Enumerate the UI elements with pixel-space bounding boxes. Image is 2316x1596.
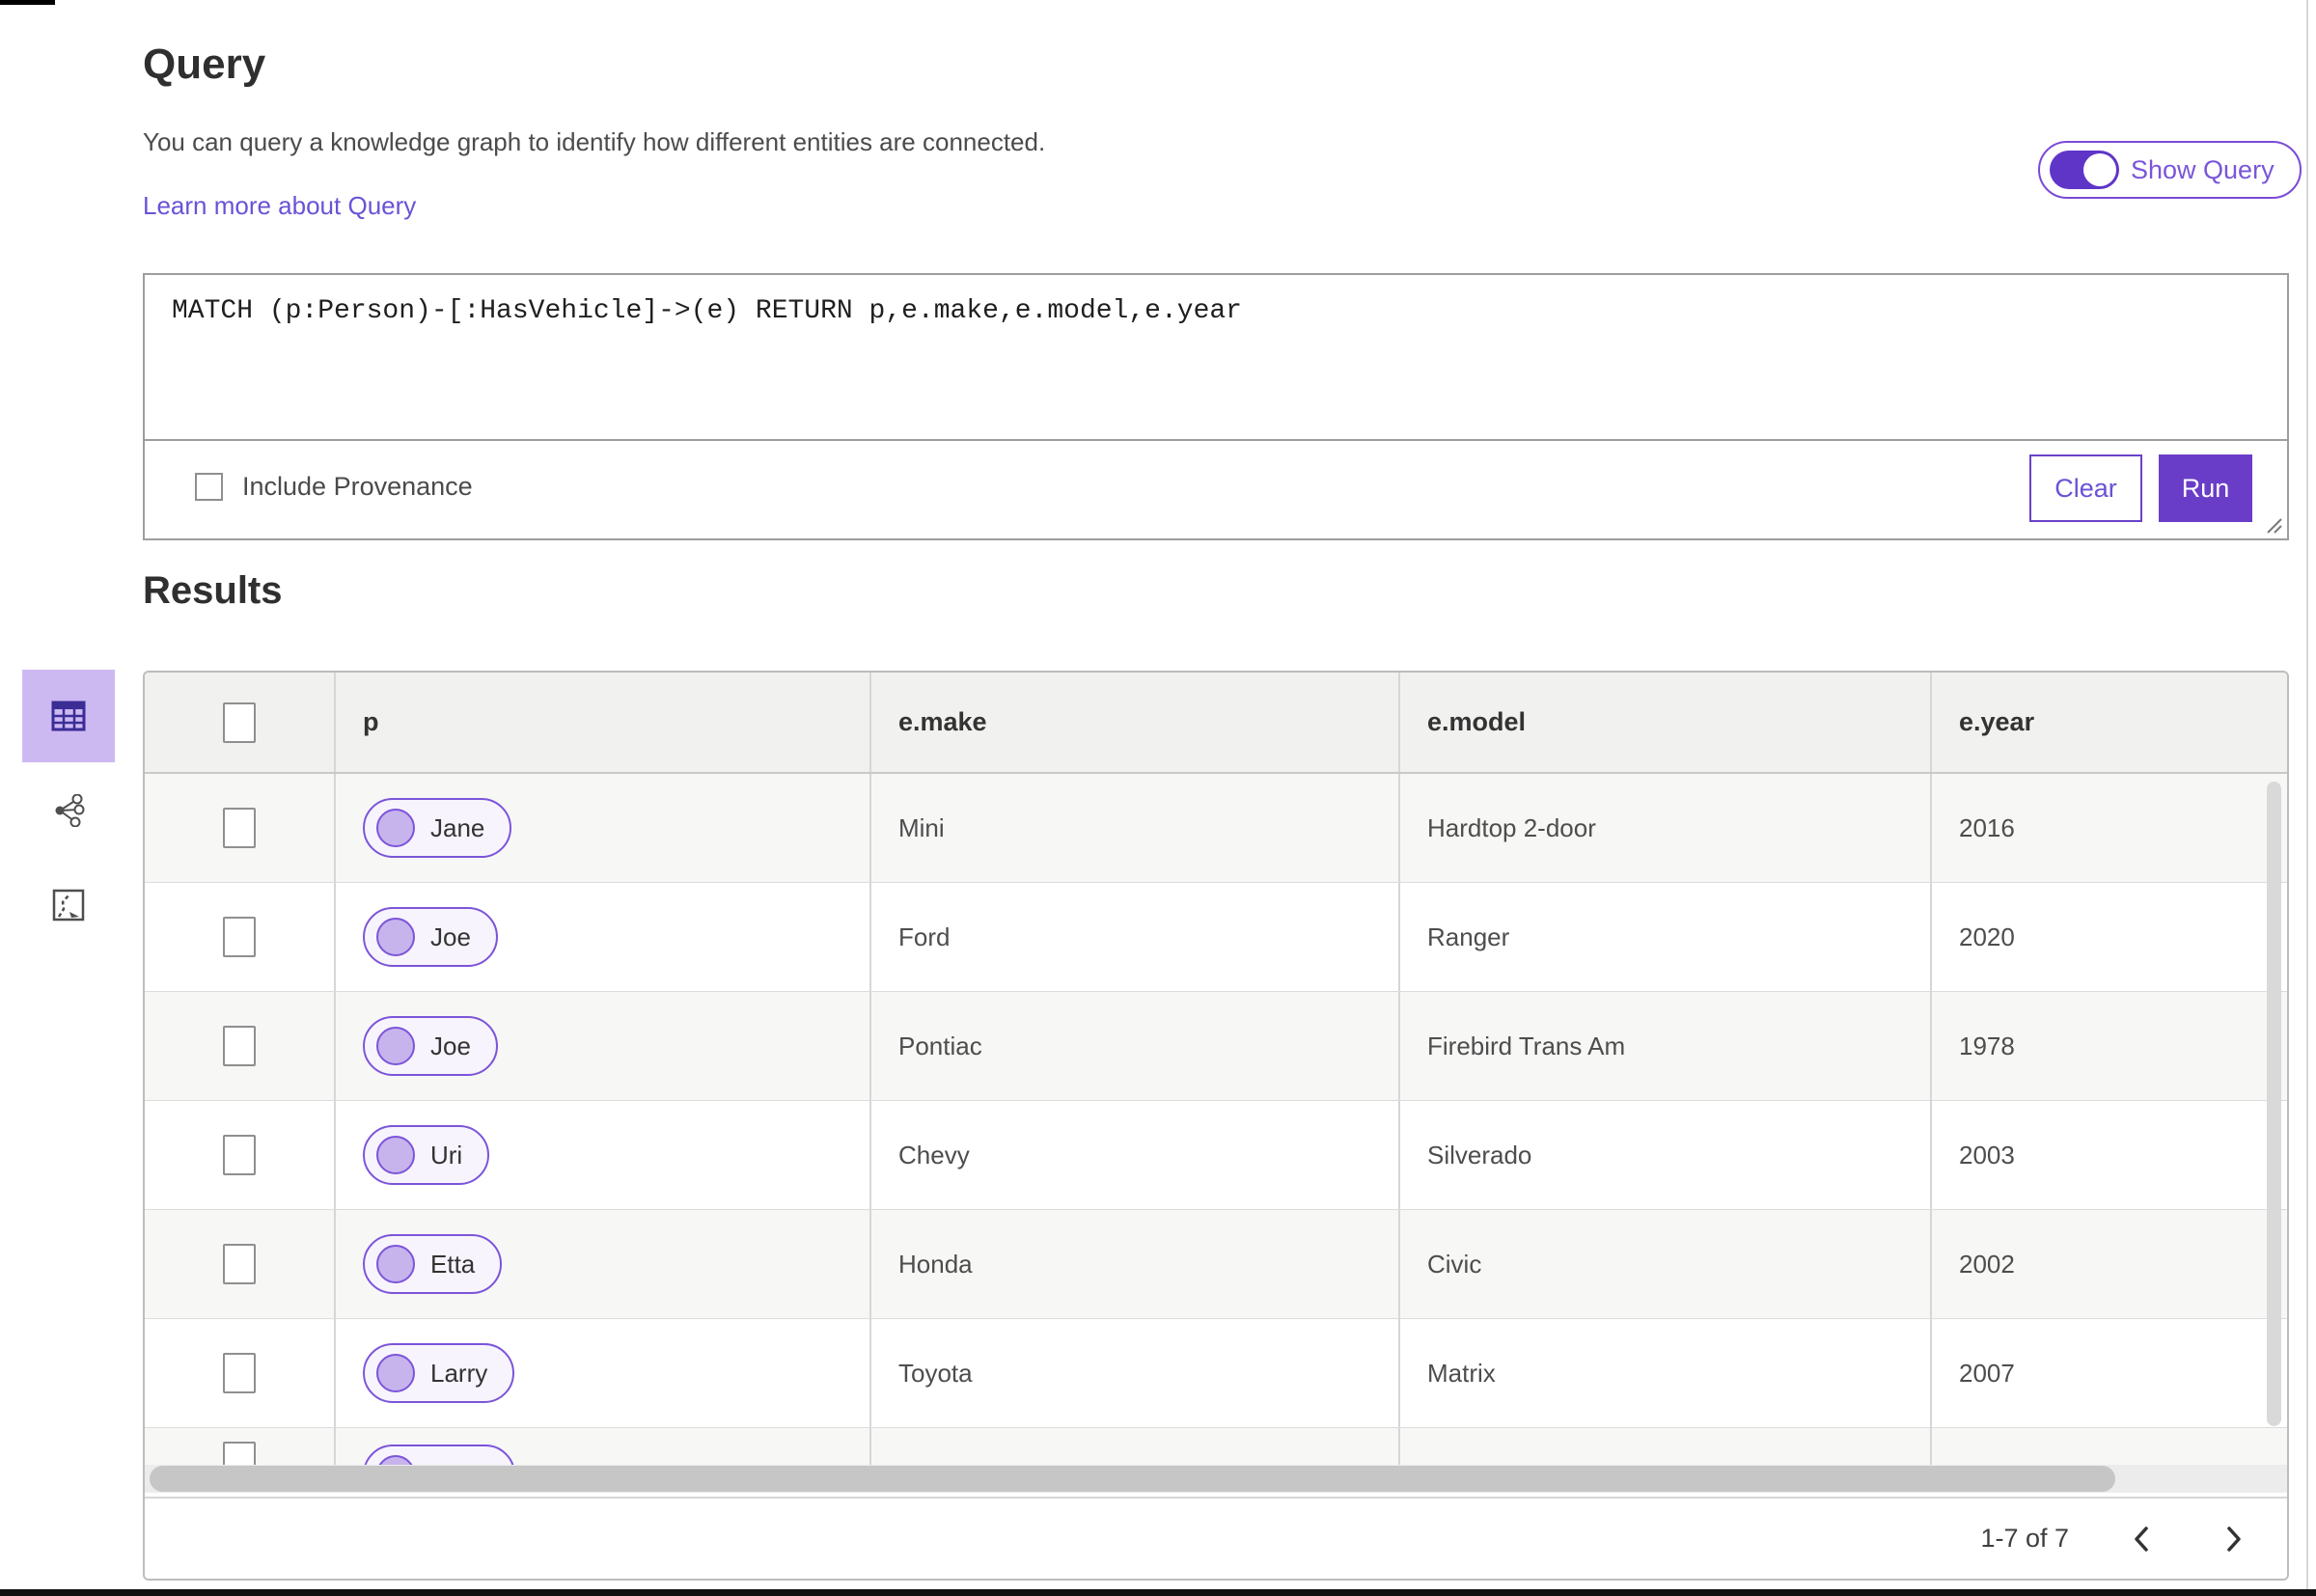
- query-editor-box: MATCH (p:Person)-[:HasVehicle]->(e) RETU…: [143, 273, 2289, 540]
- cell-year: 1978: [1959, 1031, 2015, 1060]
- link-chart-icon: [55, 794, 85, 827]
- person-entity-chip[interactable]: Etta: [363, 1234, 503, 1294]
- entity-node-icon: [376, 1455, 415, 1465]
- row-checkbox[interactable]: [223, 917, 256, 957]
- column-header-year[interactable]: e.year: [1959, 707, 2034, 737]
- person-entity-chip[interactable]: Joe: [363, 1016, 498, 1076]
- cell-year: 2020: [1959, 922, 2015, 951]
- query-page: Query You can query a knowledge graph to…: [0, 0, 2316, 1596]
- results-table: p e.make e.model e.year Jane Mini Hardto…: [143, 671, 2289, 1581]
- table-row: Uri Chevy Silverado 2003: [145, 1101, 2287, 1210]
- tab-link-chart-view[interactable]: [22, 764, 115, 857]
- entity-node-icon: [376, 1027, 415, 1065]
- person-entity-chip[interactable]: Uri: [363, 1125, 490, 1185]
- next-page-button[interactable]: [2225, 1526, 2243, 1553]
- row-checkbox[interactable]: [223, 1244, 256, 1284]
- row-checkbox[interactable]: [223, 808, 256, 848]
- cell-make: Pontiac: [898, 1031, 982, 1060]
- cell-model: Matrix: [1427, 1358, 1496, 1388]
- show-query-label: Show Query: [2131, 154, 2275, 184]
- table-body: Jane Mini Hardtop 2-door 2016 Joe Ford R…: [145, 774, 2287, 1428]
- column-header-model[interactable]: e.model: [1427, 707, 1526, 737]
- results-heading: Results: [143, 569, 283, 612]
- query-controls-row: Include Provenance Clear Run: [145, 441, 2287, 538]
- cell-year: 2007: [1959, 1358, 2015, 1388]
- cell-model: Firebird Trans Am: [1427, 1031, 1626, 1060]
- table-row: Joe Pontiac Firebird Trans Am 1978: [145, 992, 2287, 1101]
- pagination-range: 1-7 of 7: [1980, 1524, 2069, 1553]
- cell-make: Toyota: [898, 1358, 973, 1388]
- entity-node-icon: [376, 1245, 415, 1283]
- entity-node-icon: [376, 918, 415, 956]
- person-entity-chip[interactable]: Larry: [363, 1343, 515, 1403]
- row-checkbox[interactable]: [223, 1442, 256, 1465]
- table-row: Jane Mini Hardtop 2-door 2016: [145, 774, 2287, 883]
- entity-node-icon: [376, 1136, 415, 1174]
- tab-map-view[interactable]: [22, 859, 115, 951]
- row-checkbox[interactable]: [223, 1135, 256, 1175]
- cell-model: Silverado: [1427, 1140, 1532, 1169]
- horizontal-scrollbar-thumb[interactable]: [150, 1466, 2115, 1492]
- cell-make: Honda: [898, 1249, 973, 1279]
- page-title: Query: [143, 41, 266, 88]
- person-entity-chip[interactable]: [363, 1445, 515, 1465]
- person-entity-chip[interactable]: Jane: [363, 798, 512, 858]
- cell-year: 2003: [1959, 1140, 2015, 1169]
- cell-make: Mini: [898, 812, 945, 842]
- window-edge-bottom: [0, 1589, 2316, 1596]
- cell-model: Civic: [1427, 1249, 1482, 1279]
- row-checkbox[interactable]: [223, 1026, 256, 1066]
- chevron-left-icon: [2135, 1526, 2148, 1552]
- checkbox-icon[interactable]: [195, 473, 223, 501]
- column-header-make[interactable]: e.make: [898, 707, 987, 737]
- map-icon: [52, 889, 85, 922]
- cell-make: Chevy: [898, 1140, 970, 1169]
- table-row: Larry Toyota Matrix 2007: [145, 1319, 2287, 1428]
- view-switcher-rail: [22, 670, 115, 951]
- cell-year: 2002: [1959, 1249, 2015, 1279]
- window-edge-artifact: [0, 0, 55, 5]
- cell-year: 2016: [1959, 812, 2015, 842]
- column-header-p[interactable]: p: [363, 707, 379, 737]
- cell-model: Ranger: [1427, 922, 1510, 951]
- table-icon: [51, 701, 86, 731]
- row-checkbox[interactable]: [223, 1353, 256, 1393]
- query-textarea[interactable]: MATCH (p:Person)-[:HasVehicle]->(e) RETU…: [145, 275, 2287, 441]
- table-row: Joe Ford Ranger 2020: [145, 883, 2287, 992]
- cell-make: Ford: [898, 922, 951, 951]
- page-description: You can query a knowledge graph to ident…: [143, 127, 1046, 156]
- include-provenance-label: Include Provenance: [242, 472, 473, 501]
- show-query-toggle[interactable]: Show Query: [2038, 141, 2302, 199]
- toggle-on-icon[interactable]: [2050, 151, 2119, 189]
- table-header-row: p e.make e.model e.year: [145, 673, 2287, 774]
- table-row: Etta Honda Civic 2002: [145, 1210, 2287, 1319]
- vertical-scrollbar[interactable]: [2267, 782, 2281, 1426]
- entity-node-icon: [376, 1354, 415, 1392]
- entity-node-icon: [376, 809, 415, 847]
- include-provenance-checkbox[interactable]: Include Provenance: [195, 472, 473, 502]
- table-footer: 1-7 of 7: [145, 1497, 2287, 1579]
- tab-table-view[interactable]: [22, 670, 115, 762]
- chevron-right-icon: [2227, 1526, 2241, 1552]
- learn-more-link[interactable]: Learn more about Query: [143, 191, 416, 221]
- previous-page-button[interactable]: [2133, 1526, 2150, 1553]
- cell-model: Hardtop 2-door: [1427, 812, 1596, 842]
- person-entity-chip[interactable]: Joe: [363, 907, 498, 967]
- table-row-partial: [145, 1428, 2287, 1465]
- clear-button[interactable]: Clear: [2029, 454, 2142, 522]
- run-button[interactable]: Run: [2159, 454, 2252, 522]
- horizontal-scrollbar-track[interactable]: [145, 1465, 2287, 1493]
- select-all-checkbox[interactable]: [223, 702, 256, 743]
- window-edge-right: [2306, 0, 2308, 1589]
